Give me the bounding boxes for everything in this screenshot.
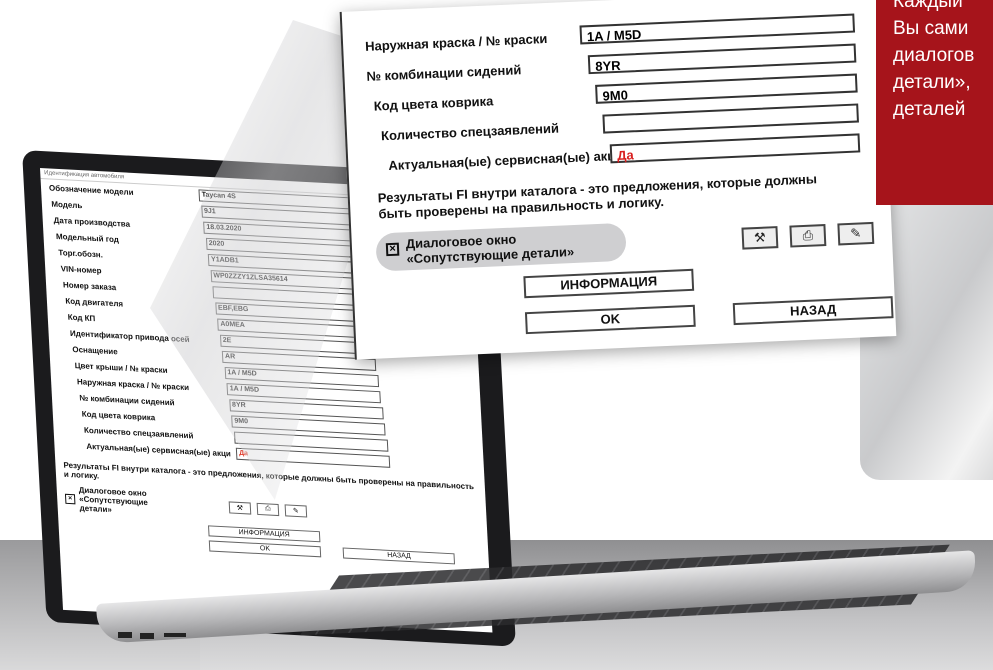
- laptop-print-button[interactable]: ⎙: [256, 502, 280, 516]
- laptop-back-button[interactable]: НАЗАД: [342, 547, 456, 565]
- sd-slot: [164, 633, 186, 637]
- promo-line: Вы сами: [893, 18, 969, 39]
- laptop-checkbox[interactable]: ×: [64, 493, 76, 504]
- promo-line: деталей: [893, 99, 966, 120]
- promo-line: детали»,: [893, 72, 971, 93]
- promo-banner: Каждый Вы сами диалогов детали», деталей: [876, 0, 993, 205]
- back-button[interactable]: НАЗАД: [732, 296, 894, 326]
- hammer-icon[interactable]: ⚒: [741, 226, 779, 250]
- laptop-checkbox-label: Диалоговое окно «Сопутствующие детали»: [78, 485, 149, 515]
- promo-scene: Идентификация автомобиля Обозначение мод…: [0, 0, 993, 670]
- promo-line: Каждый: [893, 0, 963, 12]
- row-label: Код цвета коврика: [373, 93, 494, 114]
- row-label: Актуальная(ые) сервисная(ые) акци: [388, 147, 624, 173]
- row-label: Количество спецзаявлений: [380, 120, 560, 144]
- laptop-ok-button[interactable]: OK: [208, 540, 322, 558]
- special-requests-field[interactable]: [602, 103, 859, 134]
- info-button[interactable]: ИНФОРМАЦИЯ: [523, 268, 695, 299]
- checkbox-highlight: × Диалоговое окно «Сопутствующие детали»: [375, 222, 627, 272]
- carpet-color-field[interactable]: 9M0: [595, 73, 858, 104]
- usb-port: [118, 632, 132, 638]
- usb-port: [140, 633, 154, 639]
- ok-button[interactable]: OK: [524, 304, 696, 335]
- service-campaigns-field[interactable]: Да: [609, 133, 861, 164]
- laptop-edit-button[interactable]: ✎: [284, 503, 308, 518]
- zoomed-dialog: Наружная краска / № краски 1A / M5D № ко…: [339, 0, 897, 360]
- row-label: № комбинации сидений: [366, 62, 522, 84]
- pencil-icon[interactable]: ✎: [837, 221, 875, 246]
- related-parts-label: Диалоговое окно «Сопутствующие детали»: [405, 231, 575, 267]
- related-parts-checkbox[interactable]: ×: [385, 242, 400, 257]
- catalog-note: Результаты FI внутри каталога - это пред…: [377, 171, 818, 222]
- promo-line: диалогов: [893, 45, 975, 66]
- row-label: Наружная краска / № краски: [364, 30, 548, 54]
- seat-combination-field[interactable]: 8YR: [587, 43, 857, 75]
- laptop-hammer-button[interactable]: ⚒: [228, 500, 252, 515]
- exterior-paint-field[interactable]: 1A / M5D: [579, 13, 856, 45]
- print-icon[interactable]: ⎙: [789, 224, 827, 248]
